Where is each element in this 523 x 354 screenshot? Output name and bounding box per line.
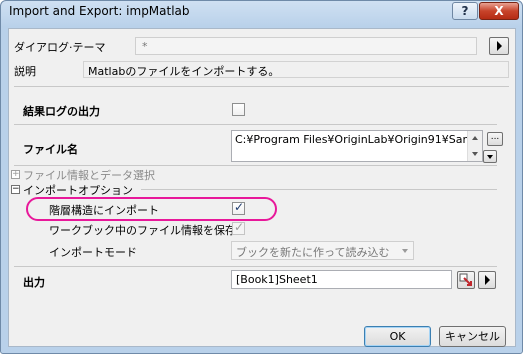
output-field[interactable]: [Book1]Sheet1 — [231, 270, 452, 289]
separator — [14, 86, 509, 87]
theme-menu-button[interactable] — [489, 37, 509, 55]
dialog-theme-field[interactable]: * — [135, 37, 477, 55]
checkmark-icon: ✓ — [234, 200, 245, 214]
close-button[interactable]: X — [479, 2, 519, 20]
output-picker-button[interactable] — [457, 271, 475, 289]
file-name-value: C:¥Program Files¥OriginLab¥Origin91¥Samp — [235, 133, 467, 146]
play-arrow-icon — [485, 275, 490, 285]
dialog-theme-value: * — [142, 40, 148, 53]
file-info-label[interactable]: ファイル情報とデータ選択 — [23, 167, 155, 183]
ok-button[interactable]: OK — [364, 326, 431, 347]
range-select-icon — [459, 273, 472, 286]
import-mode-label: インポートモード — [49, 246, 137, 259]
separator — [141, 189, 497, 190]
save-file-info-checkbox[interactable]: ✓ — [232, 220, 245, 235]
file-name-label: ファイル名 — [23, 143, 78, 156]
import-mode-value: ブックを新たに作って読み込む — [236, 246, 390, 259]
separator — [14, 165, 497, 166]
separator — [14, 124, 497, 125]
window-title: Import and Export: impMatlab — [9, 4, 190, 18]
browse-button[interactable]: ... — [487, 132, 503, 146]
help-button[interactable]: ? — [452, 2, 478, 20]
output-value: [Book1]Sheet1 — [236, 273, 318, 286]
dropdown-arrow-icon — [487, 155, 493, 159]
file-info-expand-toggle[interactable]: + — [11, 170, 20, 179]
separator — [14, 266, 497, 267]
checkmark-icon: ✓ — [234, 220, 245, 234]
output-label: 出力 — [23, 276, 45, 289]
description-label: 説明 — [14, 65, 36, 78]
dropdown-arrow-icon — [402, 249, 408, 253]
file-dropdown-button[interactable] — [483, 150, 497, 163]
output-menu-button[interactable] — [478, 271, 496, 289]
dialog-window: Import and Export: impMatlab ? X ダイアログ·テ… — [0, 0, 523, 354]
save-file-info-label: ワークブック中のファイル情報を保存 — [49, 224, 236, 237]
file-name-field[interactable]: C:¥Program Files¥OriginLab¥Origin91¥Samp — [231, 130, 483, 162]
result-log-label: 結果ログの出力 — [23, 105, 100, 118]
file-name-scrollbar[interactable] — [467, 131, 482, 161]
import-mode-select[interactable]: ブックを新たに作って読み込む — [231, 241, 414, 260]
import-options-collapse-toggle[interactable]: − — [11, 185, 20, 194]
hierarchical-import-checkbox[interactable]: ✓ — [232, 200, 245, 215]
hierarchical-import-label: 階層構造にインポート — [49, 204, 159, 217]
cancel-button[interactable]: キャンセル — [439, 326, 506, 347]
scroll-arrows-icon — [472, 136, 478, 156]
dialog-theme-label: ダイアログ·テーマ — [14, 41, 106, 54]
import-options-label[interactable]: インポートオプション — [23, 182, 133, 198]
description-value: Matlabのファイルをインポートする。 — [88, 65, 280, 78]
play-arrow-icon — [497, 41, 502, 51]
description-field: Matlabのファイルをインポートする。 — [83, 61, 509, 78]
result-log-checkbox[interactable] — [232, 103, 245, 116]
